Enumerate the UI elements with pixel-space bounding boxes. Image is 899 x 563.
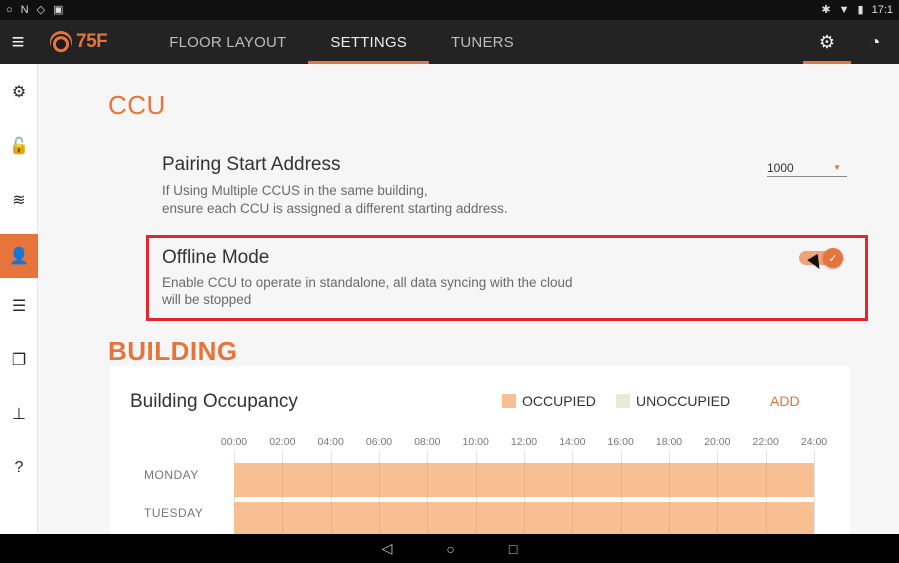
appbar-spacer xyxy=(536,20,803,64)
hour-label: 06:00 xyxy=(365,436,393,448)
hour-label: 24:00 xyxy=(800,436,828,448)
occupancy-title: Building Occupancy xyxy=(130,391,298,412)
unoccupied-swatch xyxy=(616,394,630,408)
logo-text: 75F xyxy=(76,31,108,52)
bar-segment-divider xyxy=(669,502,670,534)
hour-label: 14:00 xyxy=(559,436,586,448)
status-icon-4: ▣ xyxy=(53,4,64,16)
add-occupancy-button[interactable]: ADD xyxy=(770,393,800,409)
bar-segment-divider xyxy=(669,463,670,497)
dashboard-icon[interactable]: ◔ xyxy=(851,20,899,64)
bar-segment-divider xyxy=(427,502,429,534)
bar-segment-divider xyxy=(620,502,622,534)
day-label-tuesday: TUESDAY xyxy=(144,506,204,520)
grid-line xyxy=(814,450,815,534)
status-bar: ○ N ◇ ▣ ✱ ▼ ▮ 17:1 xyxy=(0,0,899,20)
pairing-desc-line1: If Using Multiple CCUS in the same build… xyxy=(162,183,428,198)
bar-segment-divider xyxy=(475,463,477,497)
ccu-heading: CCU xyxy=(108,90,166,120)
bar-segment-divider xyxy=(379,502,380,534)
rail-network-icon[interactable]: ⊥ xyxy=(0,394,38,434)
occupancy-card: Building Occupancy OCCUPIED UNOCCUPIED A… xyxy=(110,366,850,534)
clock: 17:1 xyxy=(871,4,893,16)
home-icon[interactable]: ○ xyxy=(446,541,454,557)
hour-label: 18:00 xyxy=(655,436,683,448)
hour-label: 20:00 xyxy=(704,436,731,448)
hour-label: 16:00 xyxy=(607,436,634,448)
pairing-desc-line2: ensure each CCU is assigned a different … xyxy=(162,201,508,216)
dropdown-caret-icon: ▼ xyxy=(833,163,841,172)
offline-desc-line2: will be stopped xyxy=(162,292,252,307)
bar-segment-divider xyxy=(427,463,429,497)
rail-wifi-icon[interactable]: ≋ xyxy=(0,180,38,220)
monday-occupied-bar[interactable] xyxy=(234,463,814,497)
menu-icon[interactable]: ≡ xyxy=(0,20,36,64)
side-rail: ⚙ 🔓 ≋ 👤 ☰ ❐ ⊥ ? xyxy=(0,64,38,534)
offline-desc-line1: Enable CCU to operate in standalone, all… xyxy=(162,275,573,290)
bar-segment-divider xyxy=(524,463,525,497)
tab-floor-layout[interactable]: FLOOR LAYOUT xyxy=(147,20,308,64)
bar-segment-divider xyxy=(282,463,284,497)
hour-label: 12:00 xyxy=(510,436,538,448)
status-icon-2: N xyxy=(20,4,29,16)
pairing-address-dropdown[interactable]: 1000 ▼ xyxy=(767,159,847,177)
rail-help-icon[interactable]: ? xyxy=(0,448,38,488)
bar-segment-divider xyxy=(765,502,767,534)
back-icon[interactable]: ◁ xyxy=(382,540,393,557)
bar-segment-divider xyxy=(475,502,477,534)
legend-unoccupied: UNOCCUPIED xyxy=(616,393,730,409)
bar-segment-divider xyxy=(717,463,719,497)
rail-gear-icon[interactable]: ⚙ xyxy=(0,72,38,112)
offline-title: Offline Mode xyxy=(162,247,270,268)
bar-segment-divider xyxy=(620,463,622,497)
status-right: ✱ ▼ ▮ 17:1 xyxy=(821,0,893,20)
legend-occupied: OCCUPIED xyxy=(502,393,596,409)
legend-unoccupied-label: UNOCCUPIED xyxy=(636,393,731,409)
bluetooth-icon: ✱ xyxy=(821,4,831,16)
status-left: ○ N ◇ ▣ xyxy=(6,0,63,20)
hour-label: 08:00 xyxy=(414,436,441,448)
settings-content: CCU Pairing Start Address If Using Multi… xyxy=(38,64,899,534)
tab-settings[interactable]: SETTINGS xyxy=(308,20,429,64)
bar-segment-divider xyxy=(524,502,525,534)
pairing-title: Pairing Start Address xyxy=(162,154,341,175)
bar-segment-divider xyxy=(572,463,574,497)
hour-label: 02:00 xyxy=(269,436,296,448)
legend-occupied-label: OCCUPIED xyxy=(522,393,596,409)
status-icon-1: ○ xyxy=(6,4,13,16)
battery-icon: ▮ xyxy=(857,4,864,16)
bar-segment-divider xyxy=(330,502,332,534)
hour-label: 00:00 xyxy=(220,436,248,448)
app-bar: ≡ 75F FLOOR LAYOUT SETTINGS TUNERS ⚙ ◔ xyxy=(0,20,899,64)
tuesday-occupied-bar[interactable] xyxy=(234,502,814,534)
rail-user-settings-icon[interactable]: 👤 xyxy=(0,234,38,278)
logo-mark-icon xyxy=(50,31,72,53)
bar-segment-divider xyxy=(572,502,574,534)
rail-unlock-icon[interactable]: 🔓 xyxy=(0,126,38,166)
bar-segment-divider xyxy=(379,463,380,497)
rail-copy-icon[interactable]: ❐ xyxy=(0,340,38,380)
check-icon: ✓ xyxy=(823,248,843,268)
gear-icon[interactable]: ⚙ xyxy=(803,20,851,64)
rail-server-icon[interactable]: ☰ xyxy=(0,286,38,326)
hour-label: 10:00 xyxy=(462,436,489,448)
bar-segment-divider xyxy=(282,502,284,534)
system-nav-bar: ◁ ○ □ xyxy=(0,534,899,563)
bar-segment-divider xyxy=(765,463,767,497)
status-icon-3: ◇ xyxy=(36,4,46,16)
hour-label: 22:00 xyxy=(752,436,779,448)
bar-segment-divider xyxy=(330,463,332,497)
wifi-signal-icon: ▼ xyxy=(838,4,850,16)
tab-tuners[interactable]: TUNERS xyxy=(429,20,536,64)
bar-segment-divider xyxy=(717,502,719,534)
occupied-swatch xyxy=(502,394,516,408)
building-heading: BUILDING xyxy=(108,336,238,366)
day-label-monday: MONDAY xyxy=(144,468,199,482)
logo: 75F xyxy=(50,20,108,64)
hour-label: 04:00 xyxy=(317,436,344,448)
pairing-address-value: 1000 xyxy=(767,160,794,175)
recents-icon[interactable]: □ xyxy=(509,541,517,557)
